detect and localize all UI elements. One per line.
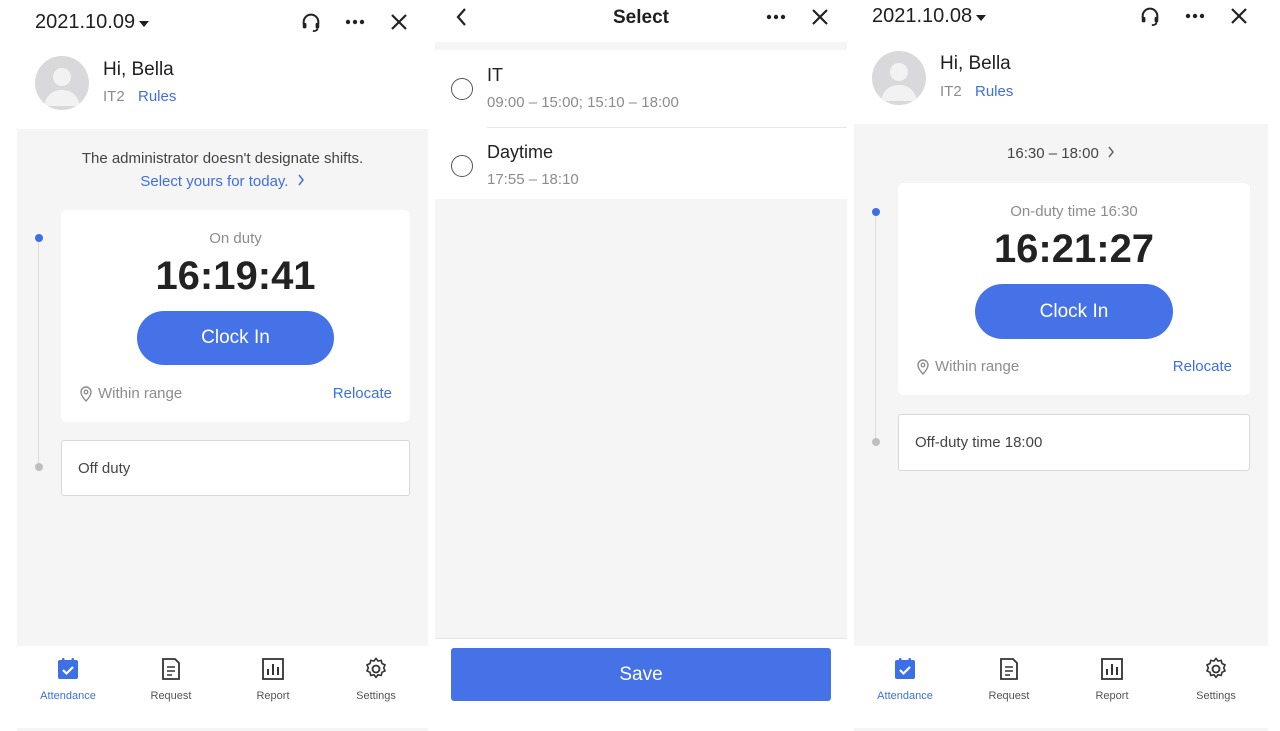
tab-bar: Attendance Request Report Settings <box>854 646 1268 728</box>
greeting: Hi, Bella <box>940 53 1011 74</box>
tab-attendance[interactable]: Attendance <box>23 646 113 702</box>
bar-chart-icon <box>1099 656 1125 682</box>
shift-options-list: IT 09:00 – 15:00; 15:10 – 18:00 Daytime … <box>435 50 847 199</box>
department: IT2 <box>940 83 962 100</box>
caret-down-icon <box>139 20 150 27</box>
close-icon[interactable] <box>1226 3 1252 29</box>
timeline-dot-active <box>35 234 43 242</box>
headset-icon[interactable] <box>298 9 324 35</box>
on-duty-label: On duty <box>209 230 262 247</box>
on-duty-card: On duty 16:19:41 Clock In Within range R… <box>61 210 410 422</box>
greeting: Hi, Bella <box>103 59 174 80</box>
radio-button[interactable] <box>451 78 473 100</box>
tab-request-label: Request <box>150 690 192 702</box>
on-duty-time-label: On-duty time 16:30 <box>1010 203 1138 220</box>
timeline-dot-active <box>872 208 880 216</box>
on-duty-card: On-duty time 16:30 16:21:27 Clock In Wit… <box>898 183 1250 395</box>
attendance-panel-right: 2021.10.08 Hi, Bella IT2 Rules 16:30 – 1… <box>854 0 1268 731</box>
tab-request[interactable]: Request <box>964 646 1054 702</box>
shift-range-text: 16:30 – 18:00 <box>1007 145 1099 162</box>
off-duty-card: Off duty <box>61 440 410 496</box>
tab-settings-label: Settings <box>1196 690 1236 702</box>
radio-button[interactable] <box>451 155 473 177</box>
close-icon[interactable] <box>807 4 833 30</box>
footer: Save <box>435 638 847 731</box>
tab-bar: Attendance Request Report Settings <box>17 646 428 728</box>
location-status: Within range <box>916 358 1019 375</box>
header: 2021.10.09 Hi, Bella IT2 Rules <box>17 0 428 129</box>
shift-range-selector[interactable]: 16:30 – 18:00 <box>854 145 1268 162</box>
calendar-check-icon <box>55 656 81 682</box>
current-time: 16:19:41 <box>155 254 316 298</box>
gear-icon <box>363 656 389 682</box>
off-duty-time-label: Off-duty time 18:00 <box>915 434 1043 451</box>
shift-name: IT <box>487 65 503 85</box>
attendance-panel-left: 2021.10.09 Hi, Bella IT2 Rules The admin… <box>17 0 428 731</box>
avatar <box>35 56 89 110</box>
gear-icon <box>1203 656 1229 682</box>
location-pin-icon <box>80 385 92 402</box>
calendar-check-icon <box>892 656 918 682</box>
clock-in-button[interactable]: Clock In <box>137 311 334 365</box>
tab-request[interactable]: Request <box>126 646 216 702</box>
date-selector[interactable]: 2021.10.08 <box>872 5 987 28</box>
more-icon[interactable] <box>342 9 368 35</box>
tab-attendance-label: Attendance <box>877 690 933 702</box>
caret-down-icon <box>976 14 987 21</box>
rules-link[interactable]: Rules <box>975 83 1013 100</box>
tab-settings[interactable]: Settings <box>331 646 421 702</box>
date-selector[interactable]: 2021.10.09 <box>35 11 150 34</box>
timeline-dot <box>35 463 43 471</box>
tab-report[interactable]: Report <box>1067 646 1157 702</box>
more-icon[interactable] <box>1182 3 1208 29</box>
shift-hours: 09:00 – 15:00; 15:10 – 18:00 <box>487 94 679 111</box>
off-duty-card: Off-duty time 18:00 <box>898 414 1250 471</box>
header: 2021.10.08 Hi, Bella IT2 Rules <box>854 0 1268 124</box>
location-pin-icon <box>917 358 929 375</box>
department: IT2 <box>103 88 125 105</box>
tab-request-label: Request <box>988 690 1030 702</box>
location-status: Within range <box>79 385 182 402</box>
location-status-text: Within range <box>98 385 183 402</box>
shift-option-it[interactable]: IT 09:00 – 15:00; 15:10 – 18:00 <box>435 50 847 128</box>
headset-icon[interactable] <box>1137 3 1163 29</box>
tab-report[interactable]: Report <box>228 646 318 702</box>
shift-hours: 17:55 – 18:10 <box>487 171 579 188</box>
timeline-dot <box>872 438 880 446</box>
close-icon[interactable] <box>386 9 412 35</box>
save-button[interactable]: Save <box>451 648 831 701</box>
select-shift-link[interactable]: Select yours for today. <box>17 173 428 190</box>
more-icon[interactable] <box>763 4 789 30</box>
bar-chart-icon <box>260 656 286 682</box>
document-icon <box>158 656 184 682</box>
location-status-text: Within range <box>935 358 1020 375</box>
shift-notice: The administrator doesn't designate shif… <box>81 150 364 167</box>
current-time: 16:21:27 <box>993 227 1155 271</box>
chevron-right-icon <box>1108 146 1114 158</box>
tab-report-label: Report <box>256 690 290 702</box>
shift-name: Daytime <box>487 142 554 162</box>
relocate-link[interactable]: Relocate <box>1173 358 1232 375</box>
rules-link[interactable]: Rules <box>138 88 176 105</box>
off-duty-label: Off duty <box>78 460 131 477</box>
avatar <box>872 51 926 105</box>
document-icon <box>996 656 1022 682</box>
timeline-line <box>875 212 876 442</box>
timeline-line <box>38 238 39 468</box>
relocate-link[interactable]: Relocate <box>333 385 392 402</box>
clock-in-button[interactable]: Clock In <box>975 284 1173 339</box>
date-text: 2021.10.08 <box>872 5 973 27</box>
chevron-right-icon <box>298 174 304 186</box>
tab-settings-label: Settings <box>356 690 396 702</box>
shift-option-daytime[interactable]: Daytime 17:55 – 18:10 <box>435 128 847 199</box>
tab-attendance-label: Attendance <box>40 690 96 702</box>
tab-attendance[interactable]: Attendance <box>860 646 950 702</box>
tab-settings[interactable]: Settings <box>1171 646 1261 702</box>
select-header: Select <box>435 0 847 42</box>
date-text: 2021.10.09 <box>35 11 136 33</box>
select-shift-panel: Select IT 09:00 – 15:00; 15:10 – 18:00 D… <box>435 0 847 731</box>
tab-report-label: Report <box>1095 690 1129 702</box>
select-shift-link-text: Select yours for today. <box>140 173 289 190</box>
